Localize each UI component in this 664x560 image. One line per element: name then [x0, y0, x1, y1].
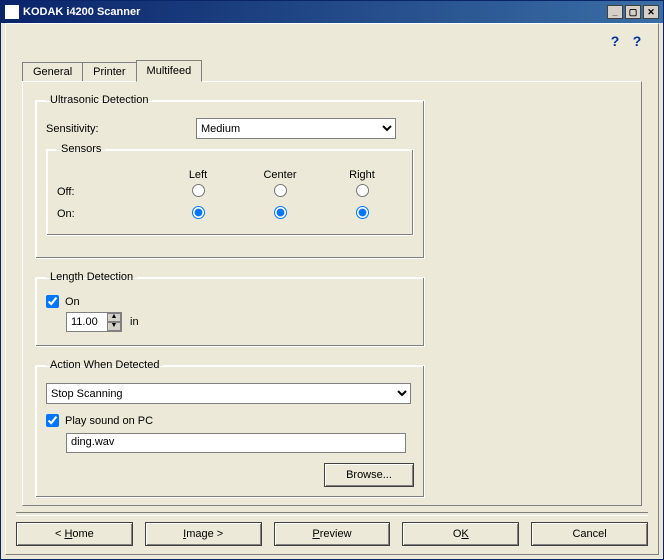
group-sensors: Sensors Left Center Right Off: [46, 143, 414, 236]
cancel-button[interactable]: Cancel [531, 522, 648, 546]
radio-on-left[interactable] [192, 206, 205, 219]
preview-button[interactable]: Preview [274, 522, 391, 546]
spin-up-icon[interactable]: ▲ [107, 313, 121, 322]
group-sensors-legend: Sensors [57, 143, 105, 155]
bottom-bar: < Home Image > Preview OK Cancel [16, 512, 648, 546]
separator [16, 512, 648, 516]
radio-off-center[interactable] [274, 184, 287, 197]
tab-strip: General Printer Multifeed [22, 60, 201, 81]
radio-off-right[interactable] [356, 184, 369, 197]
help-icon[interactable]: ? [628, 30, 646, 52]
close-button[interactable]: ✕ [643, 5, 659, 19]
action-select[interactable]: Stop Scanning [46, 383, 411, 404]
group-length-legend: Length Detection [46, 271, 137, 283]
group-ultrasonic-legend: Ultrasonic Detection [46, 94, 152, 106]
length-on-label: On [65, 296, 80, 308]
sensitivity-select[interactable]: Medium [196, 118, 396, 139]
play-sound-checkbox[interactable] [46, 414, 59, 427]
group-ultrasonic: Ultrasonic Detection Sensitivity: Medium… [35, 94, 425, 259]
tab-page-multifeed: Ultrasonic Detection Sensitivity: Medium… [22, 81, 642, 506]
app-icon [5, 5, 19, 19]
length-on-checkbox[interactable] [46, 295, 59, 308]
titlebar: KODAK i4200 Scanner _ ▢ ✕ [1, 1, 663, 23]
length-unit: in [130, 316, 139, 328]
col-left-label: Left [157, 169, 239, 181]
tab-general[interactable]: General [22, 62, 83, 81]
minimize-button[interactable]: _ [607, 5, 623, 19]
group-length: Length Detection On ▲ ▼ in [35, 271, 425, 347]
row-off-label: Off: [57, 186, 157, 198]
app-window: KODAK i4200 Scanner _ ▢ ✕ ? ? General Pr… [0, 0, 664, 560]
help-icons: ? ? [606, 30, 646, 52]
image-button[interactable]: Image > [145, 522, 262, 546]
home-button[interactable]: < Home [16, 522, 133, 546]
maximize-button[interactable]: ▢ [625, 5, 641, 19]
window-title: KODAK i4200 Scanner [23, 6, 140, 18]
info-icon[interactable]: ? [606, 30, 624, 52]
radio-on-center[interactable] [274, 206, 287, 219]
sound-file-input[interactable]: ding.wav [66, 433, 406, 453]
length-spinbox[interactable]: ▲ ▼ [66, 312, 122, 332]
tab-multifeed[interactable]: Multifeed [136, 60, 203, 82]
radio-on-right[interactable] [356, 206, 369, 219]
play-sound-label: Play sound on PC [65, 415, 153, 427]
browse-button[interactable]: Browse... [324, 463, 414, 487]
ok-button[interactable]: OK [402, 522, 519, 546]
spin-down-icon[interactable]: ▼ [107, 322, 121, 331]
col-center-label: Center [239, 169, 321, 181]
tab-printer[interactable]: Printer [82, 62, 136, 81]
content-area: ? ? General Printer Multifeed Ultrasonic… [5, 23, 659, 555]
radio-off-left[interactable] [192, 184, 205, 197]
group-action: Action When Detected Stop Scanning Play … [35, 359, 425, 498]
row-on-label: On: [57, 208, 157, 220]
sensitivity-label: Sensitivity: [46, 123, 196, 135]
length-value-input[interactable] [67, 313, 107, 331]
col-right-label: Right [321, 169, 403, 181]
group-action-legend: Action When Detected [46, 359, 163, 371]
